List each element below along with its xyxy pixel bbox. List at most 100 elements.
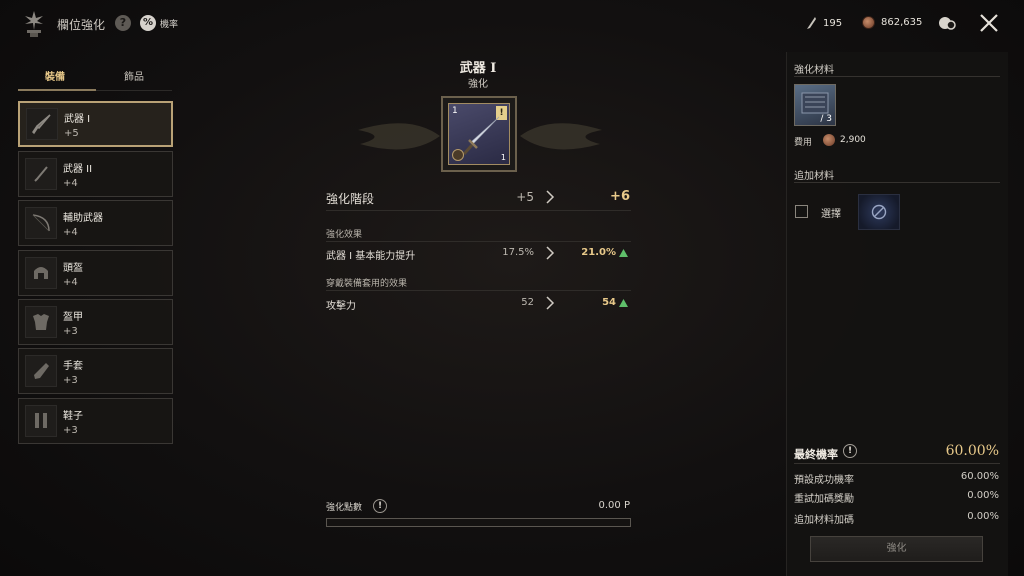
slot-name: 盔甲	[63, 311, 83, 323]
coin-count: 862,635	[881, 17, 923, 28]
slot-level: +4	[63, 276, 78, 288]
percent-icon: %	[140, 15, 156, 31]
item-card[interactable]: 1 ! 1	[441, 96, 517, 172]
slot-name: 武器 II	[63, 163, 93, 175]
slot-sub-weapon[interactable]: 輔助武器 +4	[18, 200, 173, 246]
material-slot[interactable]: / 3	[794, 84, 836, 126]
extra-material-slot[interactable]	[858, 194, 900, 230]
slot-thumb	[25, 355, 57, 387]
slot-thumb	[25, 306, 57, 338]
slot-thumb	[25, 158, 57, 190]
stage-current: +5	[516, 190, 534, 204]
feather-count: 195	[823, 17, 843, 29]
divider	[326, 241, 631, 242]
item-count: 1	[500, 153, 506, 162]
probability-button[interactable]: % 機率	[140, 15, 178, 31]
materials-heading: 強化材料	[794, 65, 834, 76]
help-icon[interactable]: ?	[115, 15, 131, 31]
slot-boots[interactable]: 鞋子 +3	[18, 398, 173, 444]
page-title: 欄位強化	[57, 18, 106, 32]
retry-bonus-label: 重試加碼獎勵	[794, 494, 854, 505]
slot-thumb	[25, 405, 57, 437]
points-info-icon[interactable]: !	[373, 499, 387, 513]
set-stat-next: 54	[602, 297, 616, 308]
slot-name: 頭盔	[63, 262, 83, 274]
slot-level: +5	[64, 127, 79, 139]
anvil-emblem-icon	[25, 11, 43, 37]
divider	[326, 210, 631, 211]
final-rate-label: 最終機率	[794, 448, 838, 461]
effect-next: 21.0%	[581, 247, 616, 258]
toggle-view-icon[interactable]	[938, 15, 956, 31]
arrow-right-icon	[546, 296, 555, 310]
effect-current: 17.5%	[502, 247, 534, 258]
material-quantity: / 3	[820, 114, 832, 124]
tab-active-indicator	[18, 89, 96, 91]
slot-level: +3	[63, 374, 78, 386]
resource-coin: 862,635	[862, 16, 922, 29]
slot-level: +3	[63, 325, 78, 337]
divider	[794, 76, 1000, 77]
bow-icon	[32, 214, 50, 232]
slot-level: +3	[63, 424, 78, 436]
grade-badge-icon	[452, 149, 464, 161]
resource-feather: 195	[805, 16, 842, 30]
probability-label: 機率	[160, 19, 179, 30]
set-stat-label: 攻擊力	[326, 301, 356, 312]
slot-thumb	[25, 207, 57, 239]
set-stat-current: 52	[521, 297, 534, 308]
arrow-right-icon	[546, 190, 555, 204]
slot-name: 輔助武器	[63, 212, 103, 224]
select-checkbox[interactable]	[795, 205, 808, 218]
arrow-right-icon	[546, 246, 555, 260]
set-section-label: 穿戴裝備套用的效果	[326, 279, 408, 289]
item-slot-number: 1	[452, 106, 458, 116]
tab-accessories[interactable]: 飾品	[124, 68, 144, 83]
select-label: 選擇	[821, 209, 841, 220]
no-item-icon	[871, 204, 887, 220]
divider	[794, 463, 1000, 464]
extra-bonus-value: 0.00%	[967, 511, 999, 522]
dagger-icon	[34, 166, 48, 182]
close-icon[interactable]	[978, 12, 1000, 34]
feather-icon	[807, 17, 816, 29]
item-thumbnail: 1 ! 1	[448, 103, 510, 165]
coin-icon	[862, 16, 875, 29]
tab-equipment[interactable]: 裝備	[45, 68, 65, 83]
divider	[794, 182, 1000, 183]
top-bar: 欄位強化 ? % 機率 195 862,635	[0, 0, 1024, 48]
enhance-button[interactable]: 強化	[810, 536, 983, 562]
points-progress-bar	[326, 518, 631, 527]
divider	[326, 290, 631, 291]
slot-thumb	[26, 108, 58, 140]
slot-level: +4	[63, 177, 78, 189]
slot-gloves[interactable]: 手套 +3	[18, 348, 173, 394]
slot-weapon-1[interactable]: 武器 I +5	[18, 101, 173, 147]
slot-level: +4	[63, 226, 78, 238]
slot-armor[interactable]: 盔甲 +3	[18, 299, 173, 345]
slot-name: 手套	[63, 360, 83, 372]
longsword-icon	[462, 116, 500, 155]
stage-label: 強化階段	[326, 192, 375, 206]
extra-materials-heading: 追加材料	[794, 171, 834, 182]
base-rate-value: 60.00%	[960, 471, 999, 482]
points-label: 強化點數	[326, 503, 363, 513]
slot-name: 鞋子	[63, 410, 83, 422]
boots-icon	[35, 413, 47, 428]
increase-arrow-icon	[619, 299, 628, 307]
item-subtitle: 強化	[468, 79, 488, 90]
slot-name: 武器 I	[64, 113, 91, 125]
coin-icon	[823, 134, 835, 146]
final-rate-info-icon[interactable]: !	[843, 444, 857, 458]
item-title: 武器 I	[459, 61, 497, 76]
final-rate-value: 60.00%	[945, 443, 999, 459]
points-value: 0.00 P	[598, 500, 630, 511]
slot-thumb	[25, 257, 57, 289]
slot-weapon-2[interactable]: 武器 II +4	[18, 151, 173, 197]
slot-helmet[interactable]: 頭盔 +4	[18, 250, 173, 296]
cost-value: 2,900	[840, 135, 866, 145]
armor-icon	[33, 314, 49, 330]
cost-label: 費用	[794, 138, 813, 148]
gloves-icon	[34, 363, 49, 379]
effect-section-label: 強化效果	[326, 230, 363, 240]
